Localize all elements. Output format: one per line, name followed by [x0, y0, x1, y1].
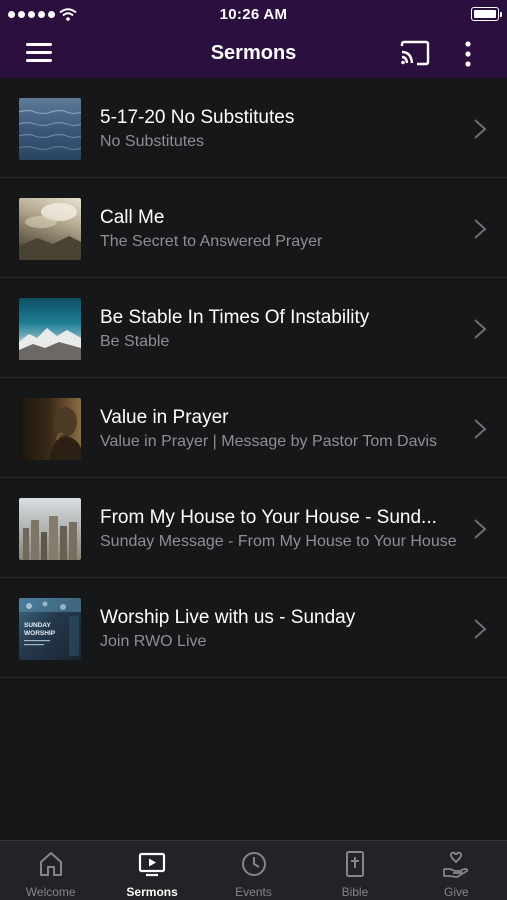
tab-label: Bible [341, 885, 369, 899]
status-time: 10:26 AM [219, 5, 288, 23]
status-bar: 10:26 AM [0, 0, 507, 28]
sermon-subtitle: Value in Prayer | Message by Pastor Tom … [100, 433, 438, 450]
bible-icon [345, 851, 364, 877]
chevron-right-icon [474, 419, 487, 439]
sermon-row[interactable]: SUNDAY WORSHIP Worship Live with us - Su… [0, 578, 507, 678]
signal-dots-icon [8, 10, 55, 18]
tab-label: Give [443, 885, 469, 899]
chevron-right-icon [474, 119, 487, 139]
sermon-row[interactable]: 5-17-20 No Substitutes No Substitutes [0, 78, 507, 178]
sermon-subtitle: The Secret to Answered Prayer [100, 233, 323, 250]
tv-play-icon [139, 852, 166, 877]
home-icon [39, 852, 62, 876]
thumbnail-label-line1: SUNDAY [24, 622, 52, 629]
tab-bar: Welcome Sermons Events Bible Give [0, 840, 507, 900]
cast-icon[interactable] [398, 40, 432, 66]
sermon-subtitle: No Substitutes [100, 133, 205, 150]
tab-label: Welcome [25, 885, 76, 899]
tab-label: Events [235, 885, 272, 899]
chevron-right-icon [474, 319, 487, 339]
sermon-thumbnail [19, 298, 81, 360]
sermon-title: Value in Prayer [100, 407, 229, 428]
sermon-row[interactable]: From My House to Your House - Sund... Su… [0, 478, 507, 578]
sermon-subtitle: Join RWO Live [100, 633, 207, 650]
sermon-thumbnail: SUNDAY WORSHIP [19, 598, 81, 660]
sermon-title: From My House to Your House - Sund... [100, 507, 437, 528]
chevron-right-icon [474, 619, 487, 639]
sermon-title: Be Stable In Times Of Instability [100, 307, 370, 328]
sermon-row[interactable]: Value in Prayer Value in Prayer | Messag… [0, 378, 507, 478]
nav-bar: Sermons [0, 28, 507, 78]
wifi-icon [59, 7, 77, 21]
sermon-title: 5-17-20 No Substitutes [100, 107, 295, 128]
tab-bible[interactable]: Bible [304, 841, 405, 900]
sermon-list: 5-17-20 No Substitutes No Substitutes Ca… [0, 78, 507, 678]
sermon-thumbnail [19, 398, 81, 460]
sermon-subtitle: Sunday Message - From My House to Your H… [100, 533, 457, 550]
more-options-icon[interactable] [458, 40, 478, 68]
chevron-right-icon [474, 519, 487, 539]
chevron-right-icon [474, 219, 487, 239]
tab-welcome[interactable]: Welcome [0, 841, 101, 900]
clock-icon [241, 852, 266, 876]
tab-give[interactable]: Give [406, 841, 507, 900]
signal-strength [8, 0, 77, 28]
tab-sermons[interactable]: Sermons [101, 841, 202, 900]
sermon-thumbnail [19, 98, 81, 160]
sermon-thumbnail [19, 498, 81, 560]
give-icon [443, 851, 469, 878]
tab-events[interactable]: Events [203, 841, 304, 900]
sermon-title: Worship Live with us - Sunday [100, 607, 356, 628]
battery-icon [471, 7, 502, 21]
sermon-subtitle: Be Stable [100, 333, 170, 350]
thumbnail-label-line2: WORSHIP [24, 630, 56, 637]
sermon-title: Call Me [100, 207, 165, 228]
sermon-row[interactable]: Be Stable In Times Of Instability Be Sta… [0, 278, 507, 378]
sermon-row[interactable]: Call Me The Secret to Answered Prayer [0, 178, 507, 278]
tab-label: Sermons [126, 885, 178, 899]
sermon-thumbnail [19, 198, 81, 260]
